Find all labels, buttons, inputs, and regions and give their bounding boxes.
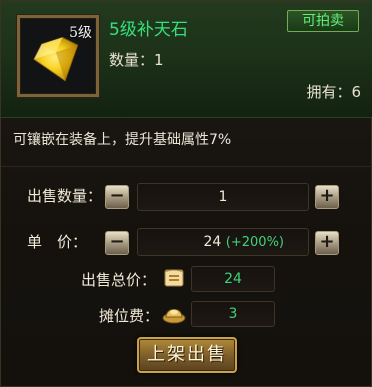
price-increase-button[interactable]: + <box>315 231 339 255</box>
scroll-currency-icon <box>162 266 186 290</box>
quantity-input[interactable]: 1 <box>137 183 309 211</box>
unit-price-label: 单 价： <box>27 233 88 251</box>
item-name: 5级补天石 <box>109 20 188 40</box>
unit-price-input[interactable]: 24 (+200%) <box>137 228 309 256</box>
quantity-decrease-button[interactable]: − <box>105 185 129 209</box>
quantity-increase-button[interactable]: + <box>315 185 339 209</box>
total-price-value: 24 <box>191 266 275 292</box>
silver-ingot-icon <box>161 301 186 325</box>
price-bonus: (+200%) <box>225 235 284 250</box>
item-header: 5级 5级补天石 可拍卖 数量：1 拥有：6 <box>1 1 372 118</box>
item-description: 可镶嵌在装备上，提升基础属性7% <box>13 132 232 148</box>
sell-quantity-label: 出售数量： <box>27 187 103 205</box>
auctionable-button[interactable]: 可拍卖 <box>287 10 359 32</box>
owned-count: 拥有：6 <box>306 83 361 101</box>
stall-fee-label: 摊位费： <box>99 307 160 325</box>
total-price-label: 出售总价： <box>81 271 157 289</box>
item-slot[interactable]: 5级 <box>17 15 99 97</box>
unit-price-value: 24 <box>203 234 222 250</box>
item-level-badge: 5级 <box>69 25 92 41</box>
price-decrease-button[interactable]: − <box>105 231 129 255</box>
divider <box>1 166 372 167</box>
stall-fee-value: 3 <box>191 301 275 327</box>
sell-item-panel: 5级 5级补天石 可拍卖 数量：1 拥有：6 可镶嵌在装备上，提升基础属性7% … <box>0 0 372 387</box>
item-quantity: 数量：1 <box>109 51 164 69</box>
list-for-sale-button[interactable]: 上架出售 <box>137 337 237 373</box>
